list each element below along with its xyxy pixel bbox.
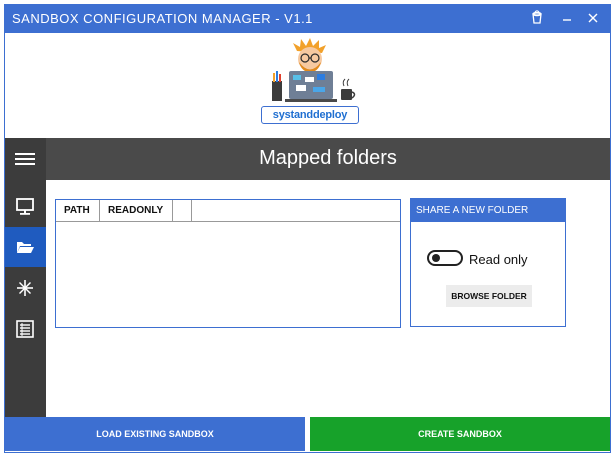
column-header-extra[interactable] <box>173 200 192 222</box>
bucket-icon[interactable] <box>527 9 547 29</box>
title-bar: SANDBOX CONFIGURATION MANAGER - V1.1 <box>5 5 610 33</box>
share-panel-heading: SHARE A NEW FOLDER <box>411 199 565 222</box>
logo-area: systanddeploy <box>5 33 610 138</box>
sidebar-item-logs[interactable] <box>5 309 46 349</box>
load-existing-sandbox-button[interactable]: LOAD EXISTING SANDBOX <box>5 417 305 451</box>
monitor-icon <box>16 198 34 215</box>
read-only-toggle[interactable] <box>427 250 463 266</box>
sparkle-icon <box>17 280 33 296</box>
create-sandbox-button[interactable]: CREATE SANDBOX <box>310 417 610 451</box>
folder-open-icon <box>17 242 34 253</box>
share-folder-panel: SHARE A NEW FOLDER Read only BROWSE FOLD… <box>410 198 566 327</box>
sidebar-item-settings[interactable] <box>5 268 46 308</box>
menu-button[interactable] <box>5 140 46 180</box>
window-title: SANDBOX CONFIGURATION MANAGER - V1.1 <box>12 11 313 26</box>
logo-mascot-icon <box>272 38 356 102</box>
sidebar <box>5 138 46 417</box>
page-header: Mapped folders <box>46 138 610 180</box>
logo-wordmark: systanddeploy <box>261 106 359 124</box>
close-icon[interactable] <box>583 9 603 29</box>
page-title: Mapped folders <box>259 147 397 169</box>
minimize-icon[interactable] <box>557 9 577 29</box>
column-header-readonly[interactable]: READONLY <box>100 200 173 222</box>
column-header-path[interactable]: PATH <box>56 200 100 222</box>
app-window: SANDBOX CONFIGURATION MANAGER - V1.1 sys… <box>4 4 611 453</box>
column-header-filler <box>192 200 400 222</box>
sidebar-item-sandbox[interactable] <box>5 186 46 226</box>
list-icon <box>16 320 34 338</box>
hamburger-menu-icon <box>15 153 35 165</box>
sidebar-item-mapped-folders[interactable] <box>5 227 46 267</box>
toggle-knob <box>432 254 440 262</box>
mapped-folders-table[interactable]: PATH READONLY <box>55 199 401 328</box>
browse-folder-button[interactable]: BROWSE FOLDER <box>446 285 532 307</box>
read-only-label: Read only <box>469 252 528 267</box>
